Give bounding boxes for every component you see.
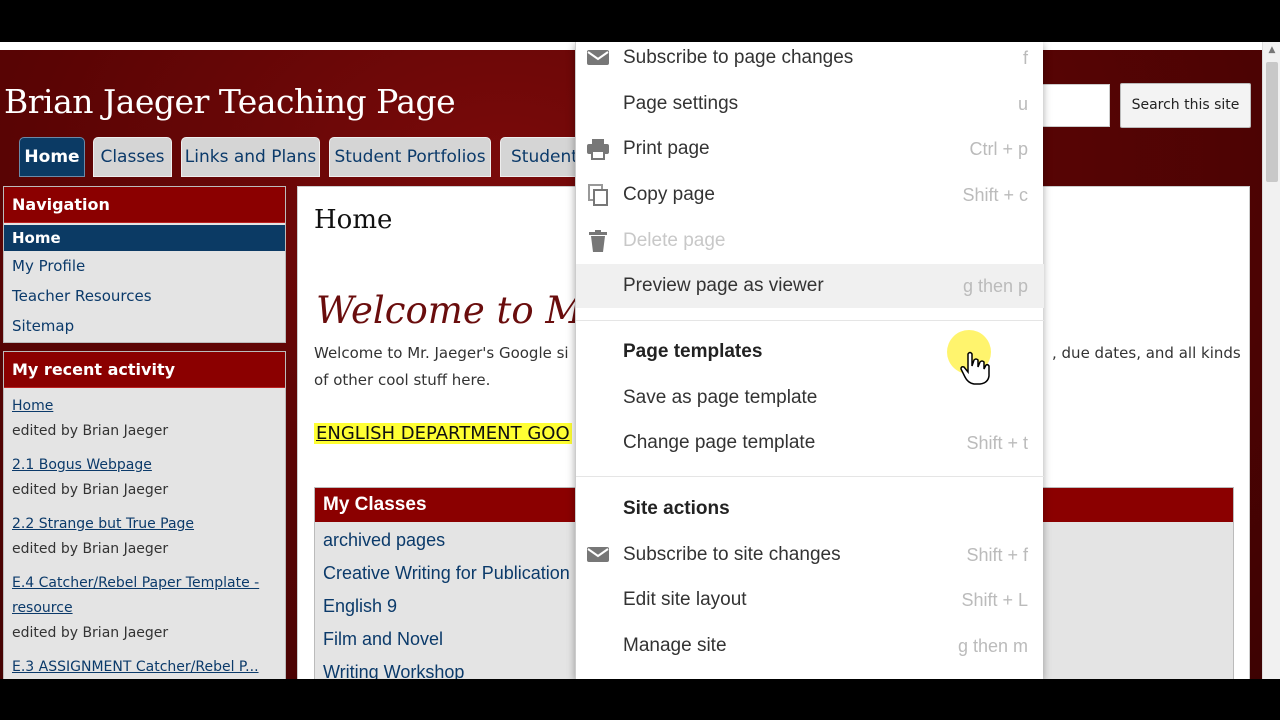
copy-icon xyxy=(588,184,608,206)
menu-item-shortcut: g then m xyxy=(957,636,1028,656)
menu-item-label: Copy page xyxy=(623,184,715,205)
tab-student-portfolios[interactable]: Student Portfolios xyxy=(329,137,491,177)
recent-activity-panel: My recent activity Home edited by Brian … xyxy=(3,351,286,679)
menu-divider xyxy=(576,320,1044,321)
menu-item-label: Edit site layout xyxy=(623,589,747,610)
sidebar-item-my-profile[interactable]: My Profile xyxy=(4,251,285,281)
sidebar-item-teacher-resources[interactable]: Teacher Resources xyxy=(4,281,285,311)
welcome-heading: Welcome to M xyxy=(316,289,584,332)
activity-link[interactable]: E.3 ASSIGNMENT Catcher/Rebel P... xyxy=(12,655,277,679)
activity-link[interactable]: 2.2 Strange but True Page xyxy=(12,512,277,537)
menu-item-label: Page settings xyxy=(623,93,739,114)
menu-item-shortcut: Ctrl + p xyxy=(969,139,1028,159)
section-page-templates: Page templates xyxy=(623,341,763,362)
bottom-letterbox xyxy=(0,679,1280,720)
scroll-thumb[interactable] xyxy=(1266,62,1278,182)
tab-links-and-plans[interactable]: Links and Plans xyxy=(181,137,320,177)
menu-item-page-settings[interactable]: Page settings u xyxy=(576,82,1044,126)
welcome-text-right: , due dates, and all kinds xyxy=(1052,344,1241,362)
list-item: E.4 Catcher/Rebel Paper Template - resou… xyxy=(4,565,285,649)
list-item: E.3 ASSIGNMENT Catcher/Rebel P... xyxy=(4,649,285,679)
menu-item-print-page[interactable]: Print page Ctrl + p xyxy=(576,127,1044,171)
activity-link[interactable]: E.4 Catcher/Rebel Paper Template - xyxy=(12,571,277,596)
activity-meta: edited by Brian Jaeger xyxy=(12,423,169,439)
site-title[interactable]: Brian Jaeger Teaching Page xyxy=(4,82,456,121)
menu-item-preview-as-viewer[interactable]: Preview page as viewer g then p xyxy=(576,264,1044,308)
sidebar-item-sitemap[interactable]: Sitemap xyxy=(4,311,285,341)
menu-divider xyxy=(576,476,1044,477)
menu-item-shortcut: Shift + L xyxy=(961,590,1028,610)
sidebar-item-home[interactable]: Home xyxy=(4,225,285,251)
navigation-panel: Navigation Home My Profile Teacher Resou… xyxy=(3,186,286,343)
menu-item-shortcut: Shift + c xyxy=(962,185,1028,205)
menu-item-label: Subscribe to site changes xyxy=(623,544,841,565)
tab-classes[interactable]: Classes xyxy=(93,137,172,177)
list-item: 2.1 Bogus Webpage edited by Brian Jaeger xyxy=(4,447,285,506)
list-item: Home edited by Brian Jaeger xyxy=(4,388,285,447)
menu-item-label: Delete page xyxy=(623,230,726,251)
menu-item-subscribe-page[interactable]: Subscribe to page changes f xyxy=(576,36,1044,80)
page-title: Home xyxy=(314,205,393,235)
english-department-link[interactable]: ENGLISH DEPARTMENT GOO xyxy=(314,423,572,444)
menu-item-shortcut: f xyxy=(1022,48,1028,68)
menu-item-edit-site-layout[interactable]: Edit site layout Shift + L xyxy=(576,578,1044,622)
mail-icon xyxy=(587,50,609,65)
search-input[interactable] xyxy=(1040,84,1110,127)
menu-item-label: Preview page as viewer xyxy=(623,275,824,296)
menu-item-label: Save as page template xyxy=(623,387,818,408)
menu-item-label: Manage site xyxy=(623,635,727,656)
activity-link[interactable]: 2.1 Bogus Webpage xyxy=(12,453,277,478)
mail-icon xyxy=(587,547,609,562)
list-item: 2.2 Strange but True Page edited by Bria… xyxy=(4,506,285,565)
activity-link-continued[interactable]: resource xyxy=(12,596,277,621)
scroll-up-icon[interactable]: ▲ xyxy=(1263,42,1280,58)
search-button[interactable]: Search this site xyxy=(1120,83,1251,128)
activity-link[interactable]: Home xyxy=(12,394,277,419)
activity-meta: edited by Brian Jaeger xyxy=(12,541,169,557)
printer-icon xyxy=(587,139,609,160)
menu-item-shortcut: u xyxy=(1017,94,1028,114)
recent-activity-header: My recent activity xyxy=(4,352,285,388)
menu-item-delete-page: Delete page xyxy=(576,219,1044,263)
welcome-text-left: Welcome to Mr. Jaeger's Google si xyxy=(314,344,569,362)
activity-meta: edited by Brian Jaeger xyxy=(12,482,169,498)
welcome-text-line2: of other cool stuff here. xyxy=(314,371,491,389)
menu-item-shortcut: Shift + t xyxy=(966,433,1028,453)
trash-icon xyxy=(589,230,607,252)
section-site-actions: Site actions xyxy=(623,498,730,519)
menu-item-subscribe-site[interactable]: Subscribe to site changes Shift + f xyxy=(576,533,1044,577)
menu-item-change-template[interactable]: Change page template Shift + t xyxy=(576,421,1044,465)
activity-meta: edited by Brian Jaeger xyxy=(12,625,169,641)
vertical-scrollbar[interactable]: ▲ xyxy=(1262,42,1280,679)
tab-home[interactable]: Home xyxy=(19,137,85,177)
menu-item-label: Print page xyxy=(623,138,710,159)
menu-item-copy-page[interactable]: Copy page Shift + c xyxy=(576,173,1044,217)
menu-item-manage-site[interactable]: Manage site g then m xyxy=(576,624,1044,668)
menu-item-shortcut: g then p xyxy=(962,276,1028,296)
hand-cursor-icon xyxy=(960,351,990,385)
menu-item-label: Subscribe to page changes xyxy=(623,47,854,68)
menu-item-label: Change page template xyxy=(623,432,816,453)
menu-item-shortcut: Shift + f xyxy=(966,545,1028,565)
navigation-header: Navigation xyxy=(4,187,285,223)
